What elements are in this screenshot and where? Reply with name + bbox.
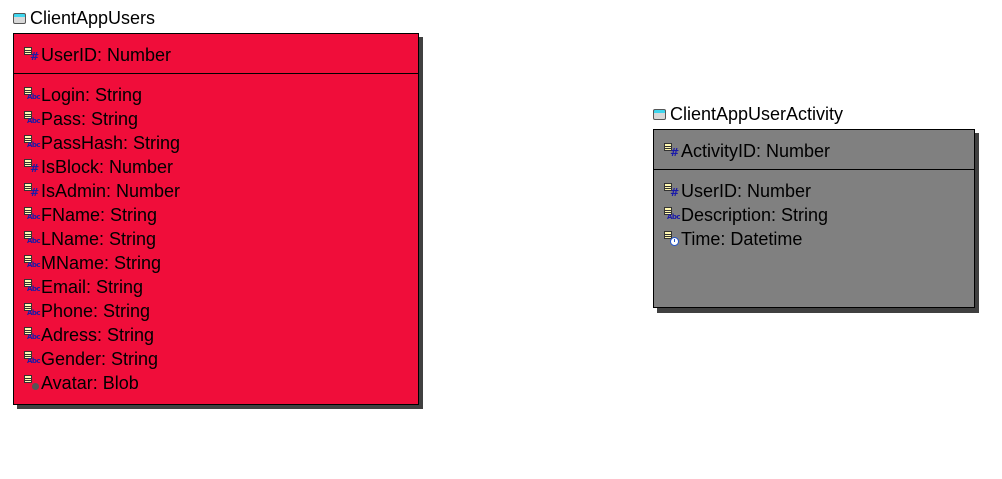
attribute-label: Phone: String: [41, 300, 151, 321]
attribute-row[interactable]: Abc LName: String: [14, 227, 418, 251]
attribute-label: MName: String: [41, 252, 162, 273]
entity-name: ClientAppUsers: [30, 7, 156, 28]
attribute-section: # UserID: Number Abc Description: String T…: [654, 170, 974, 251]
entity-name: ClientAppUserActivity: [670, 103, 844, 124]
attribute-row[interactable]: Abc PassHash: String: [14, 131, 418, 155]
attribute-row[interactable]: # UserID: Number: [14, 43, 418, 67]
string-icon: Abc: [24, 255, 41, 271]
attribute-row[interactable]: Abc FName: String: [14, 203, 418, 227]
attribute-section: Abc Login: String Abc Pass: String Abc Pass…: [14, 74, 418, 395]
attribute-row[interactable]: # ActivityID: Number: [654, 139, 974, 163]
attribute-label: Description: String: [681, 204, 829, 225]
number-icon: #: [24, 183, 40, 199]
blob-icon: [24, 375, 40, 391]
attribute-row[interactable]: Abc Gender: String: [14, 347, 418, 371]
entity-client-app-users[interactable]: ClientAppUsers # UserID: Number Abc Login…: [13, 8, 425, 410]
attribute-label: UserID: Number: [681, 180, 812, 201]
attribute-label: IsBlock: Number: [41, 156, 174, 177]
table-icon: [13, 12, 26, 24]
attribute-label: Email: String: [41, 276, 144, 297]
attribute-label: PassHash: String: [41, 132, 181, 153]
attribute-label: FName: String: [41, 204, 158, 225]
attribute-row[interactable]: # IsBlock: Number: [14, 155, 418, 179]
attribute-row[interactable]: Abc Email: String: [14, 275, 418, 299]
number-icon: #: [664, 183, 680, 199]
attribute-label: ActivityID: Number: [681, 140, 831, 161]
attribute-row[interactable]: Abc Description: String: [654, 203, 974, 227]
string-icon: Abc: [24, 87, 41, 103]
attribute-row[interactable]: Time: Datetime: [654, 227, 974, 251]
attribute-label: LName: String: [41, 228, 157, 249]
primary-key-section: # UserID: Number: [14, 34, 418, 74]
attribute-row[interactable]: Abc Pass: String: [14, 107, 418, 131]
entity-title: ClientAppUsers: [13, 8, 155, 28]
attribute-label: Time: Datetime: [681, 228, 803, 249]
string-icon: Abc: [24, 351, 41, 367]
number-icon: #: [24, 47, 40, 63]
attribute-label: Adress: String: [41, 324, 155, 345]
entity-box[interactable]: # ActivityID: Number # UserID: Number Abc…: [653, 129, 975, 308]
string-icon: Abc: [24, 111, 41, 127]
string-icon: Abc: [24, 303, 41, 319]
number-icon: #: [24, 159, 40, 175]
string-icon: Abc: [24, 207, 41, 223]
string-icon: Abc: [24, 327, 41, 343]
table-icon: [653, 108, 666, 120]
datetime-icon: [664, 231, 680, 247]
attribute-row[interactable]: Abc Login: String: [14, 83, 418, 107]
attribute-row[interactable]: Avatar: Blob: [14, 371, 418, 395]
entity-box[interactable]: # UserID: Number Abc Login: String Abc Pas…: [13, 33, 419, 405]
string-icon: Abc: [24, 135, 41, 151]
attribute-label: UserID: Number: [41, 44, 172, 65]
attribute-label: Pass: String: [41, 108, 139, 129]
string-icon: Abc: [24, 231, 41, 247]
attribute-label: IsAdmin: Number: [41, 180, 181, 201]
attribute-label: Avatar: Blob: [41, 372, 139, 393]
attribute-label: Gender: String: [41, 348, 159, 369]
number-icon: #: [664, 143, 680, 159]
attribute-row[interactable]: Abc Adress: String: [14, 323, 418, 347]
attribute-row[interactable]: Abc MName: String: [14, 251, 418, 275]
attribute-label: Login: String: [41, 84, 143, 105]
attribute-row[interactable]: # UserID: Number: [654, 179, 974, 203]
entity-client-app-user-activity[interactable]: ClientAppUserActivity # ActivityID: Numb…: [653, 104, 983, 314]
string-icon: Abc: [24, 279, 41, 295]
primary-key-section: # ActivityID: Number: [654, 130, 974, 170]
attribute-row[interactable]: Abc Phone: String: [14, 299, 418, 323]
entity-title: ClientAppUserActivity: [653, 104, 843, 124]
string-icon: Abc: [664, 207, 681, 223]
attribute-row[interactable]: # IsAdmin: Number: [14, 179, 418, 203]
